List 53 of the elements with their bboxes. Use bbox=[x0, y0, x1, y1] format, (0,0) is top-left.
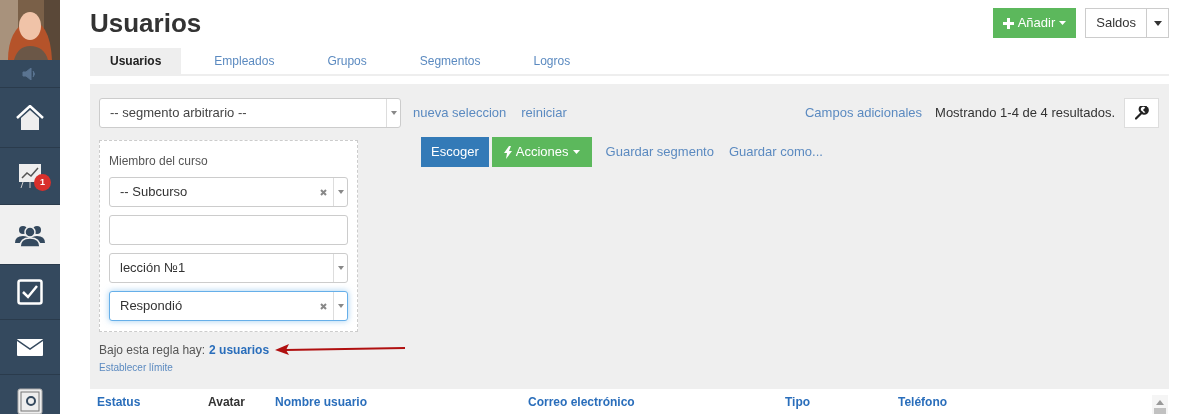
balances-button[interactable]: Saldos bbox=[1086, 9, 1146, 37]
set-limit-link[interactable]: Establecer límite bbox=[99, 360, 406, 375]
caret-icon bbox=[572, 150, 580, 154]
mail-icon bbox=[17, 338, 43, 356]
toolbar-link[interactable]: nueva seleccion bbox=[413, 103, 507, 123]
notification-badge: 1 bbox=[34, 174, 51, 191]
column-header[interactable]: Tipo bbox=[785, 392, 898, 411]
caret-icon bbox=[337, 190, 344, 194]
clear-icon[interactable] bbox=[320, 188, 327, 196]
tab[interactable]: Grupos bbox=[307, 48, 387, 74]
segment-select[interactable]: -- segmento arbitrario -- bbox=[99, 98, 401, 128]
plus-icon bbox=[1002, 17, 1014, 29]
filter-select[interactable]: lección №1 bbox=[109, 253, 348, 283]
input-field[interactable] bbox=[109, 215, 348, 245]
sidebar-item[interactable] bbox=[0, 205, 60, 265]
column-header[interactable]: Estatus bbox=[97, 392, 208, 411]
speaker-icon bbox=[22, 67, 38, 80]
scrollbar[interactable] bbox=[1152, 395, 1168, 414]
column-header: Avatar bbox=[208, 393, 246, 411]
column-header[interactable]: Teléfono bbox=[898, 392, 998, 411]
page-title: Usuarios bbox=[90, 8, 202, 38]
home-icon bbox=[16, 104, 44, 131]
add-button[interactable]: Añadir bbox=[992, 8, 1077, 38]
choose-button[interactable]: Escoger bbox=[421, 137, 489, 167]
filter-select[interactable]: -- Subcurso bbox=[109, 177, 348, 207]
save-link[interactable]: Guardar segmento bbox=[605, 142, 714, 162]
column-header[interactable]: Correo electrónico bbox=[528, 392, 785, 411]
filter-label: Miembro del curso bbox=[109, 153, 209, 170]
caret-icon bbox=[390, 111, 397, 115]
settings-button[interactable] bbox=[1124, 98, 1159, 128]
chart-icon bbox=[18, 163, 42, 189]
tab[interactable]: Empleados bbox=[194, 48, 295, 74]
safe-icon bbox=[17, 388, 43, 414]
user-count-link[interactable]: 2 usuarios bbox=[209, 341, 270, 359]
tab[interactable]: Segmentos bbox=[399, 48, 501, 74]
rule-summary: Bajo esta regla hay: bbox=[99, 342, 206, 359]
filter-select[interactable]: Respondió bbox=[109, 291, 348, 321]
caret-icon bbox=[337, 266, 344, 270]
caret-icon bbox=[337, 304, 344, 308]
additional-fields-link[interactable]: Campos adicionales bbox=[805, 103, 923, 123]
save-link[interactable]: Guardar como... bbox=[728, 142, 823, 162]
toolbar-link[interactable]: reiniciar bbox=[521, 103, 567, 123]
column-header[interactable]: Nombre usuario bbox=[275, 392, 528, 411]
checkbox-icon bbox=[17, 279, 43, 305]
tab[interactable]: Usuarios bbox=[90, 48, 182, 74]
lightning-icon bbox=[503, 145, 512, 159]
results-count: Mostrando 1-4 de 4 resultados. bbox=[935, 104, 1115, 123]
clear-icon[interactable] bbox=[320, 302, 327, 310]
caret-icon bbox=[1153, 20, 1162, 26]
scroll-up-icon bbox=[1156, 400, 1164, 405]
actions-button[interactable]: Acciones bbox=[491, 137, 592, 167]
tab[interactable]: Logros bbox=[513, 48, 591, 74]
caret-icon bbox=[1059, 21, 1067, 25]
